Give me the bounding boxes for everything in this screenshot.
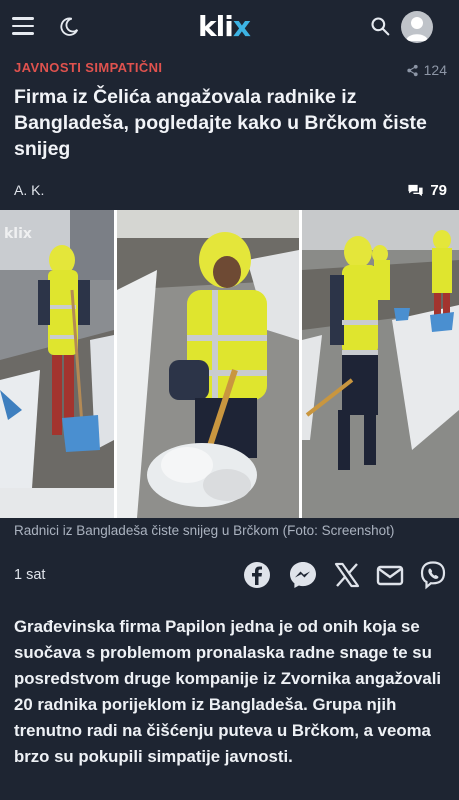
moon-icon[interactable]	[58, 16, 80, 38]
search-icon[interactable]	[370, 16, 390, 36]
top-navigation-bar: klix	[0, 0, 459, 54]
messenger-icon[interactable]	[288, 560, 318, 590]
article-category[interactable]: JAVNOSTI SIMPATIČNI	[14, 60, 162, 75]
comments-link[interactable]: 79	[407, 182, 447, 199]
article-author[interactable]: A. K.	[14, 182, 44, 198]
article-lead-paragraph: Građevinska firma Papilon jedna je od on…	[14, 617, 442, 766]
comments-icon	[408, 184, 423, 197]
photo-panel-middle	[117, 210, 299, 518]
comment-count: 79	[430, 182, 447, 199]
image-caption: Radnici iz Bangladeša čiste snijeg u Brč…	[14, 523, 395, 538]
share-count-value: 124	[423, 62, 447, 78]
viber-icon[interactable]	[418, 560, 448, 590]
share-icon	[406, 64, 418, 76]
email-icon[interactable]	[375, 560, 405, 590]
photo-panel-left: klix	[0, 210, 114, 518]
user-avatar-icon[interactable]	[401, 11, 433, 43]
published-time: 1 sat	[14, 567, 46, 583]
article-photo[interactable]: klix	[0, 210, 459, 518]
article-title: Firma iz Čelića angažovala radnike iz Ba…	[14, 86, 427, 160]
image-watermark: klix	[4, 226, 32, 242]
klix-logo[interactable]: klix	[198, 12, 251, 42]
hamburger-menu-icon[interactable]	[12, 17, 34, 35]
x-icon[interactable]	[332, 560, 362, 590]
facebook-icon[interactable]	[242, 560, 272, 590]
share-count: 124	[406, 62, 447, 78]
photo-panel-right	[302, 210, 459, 518]
